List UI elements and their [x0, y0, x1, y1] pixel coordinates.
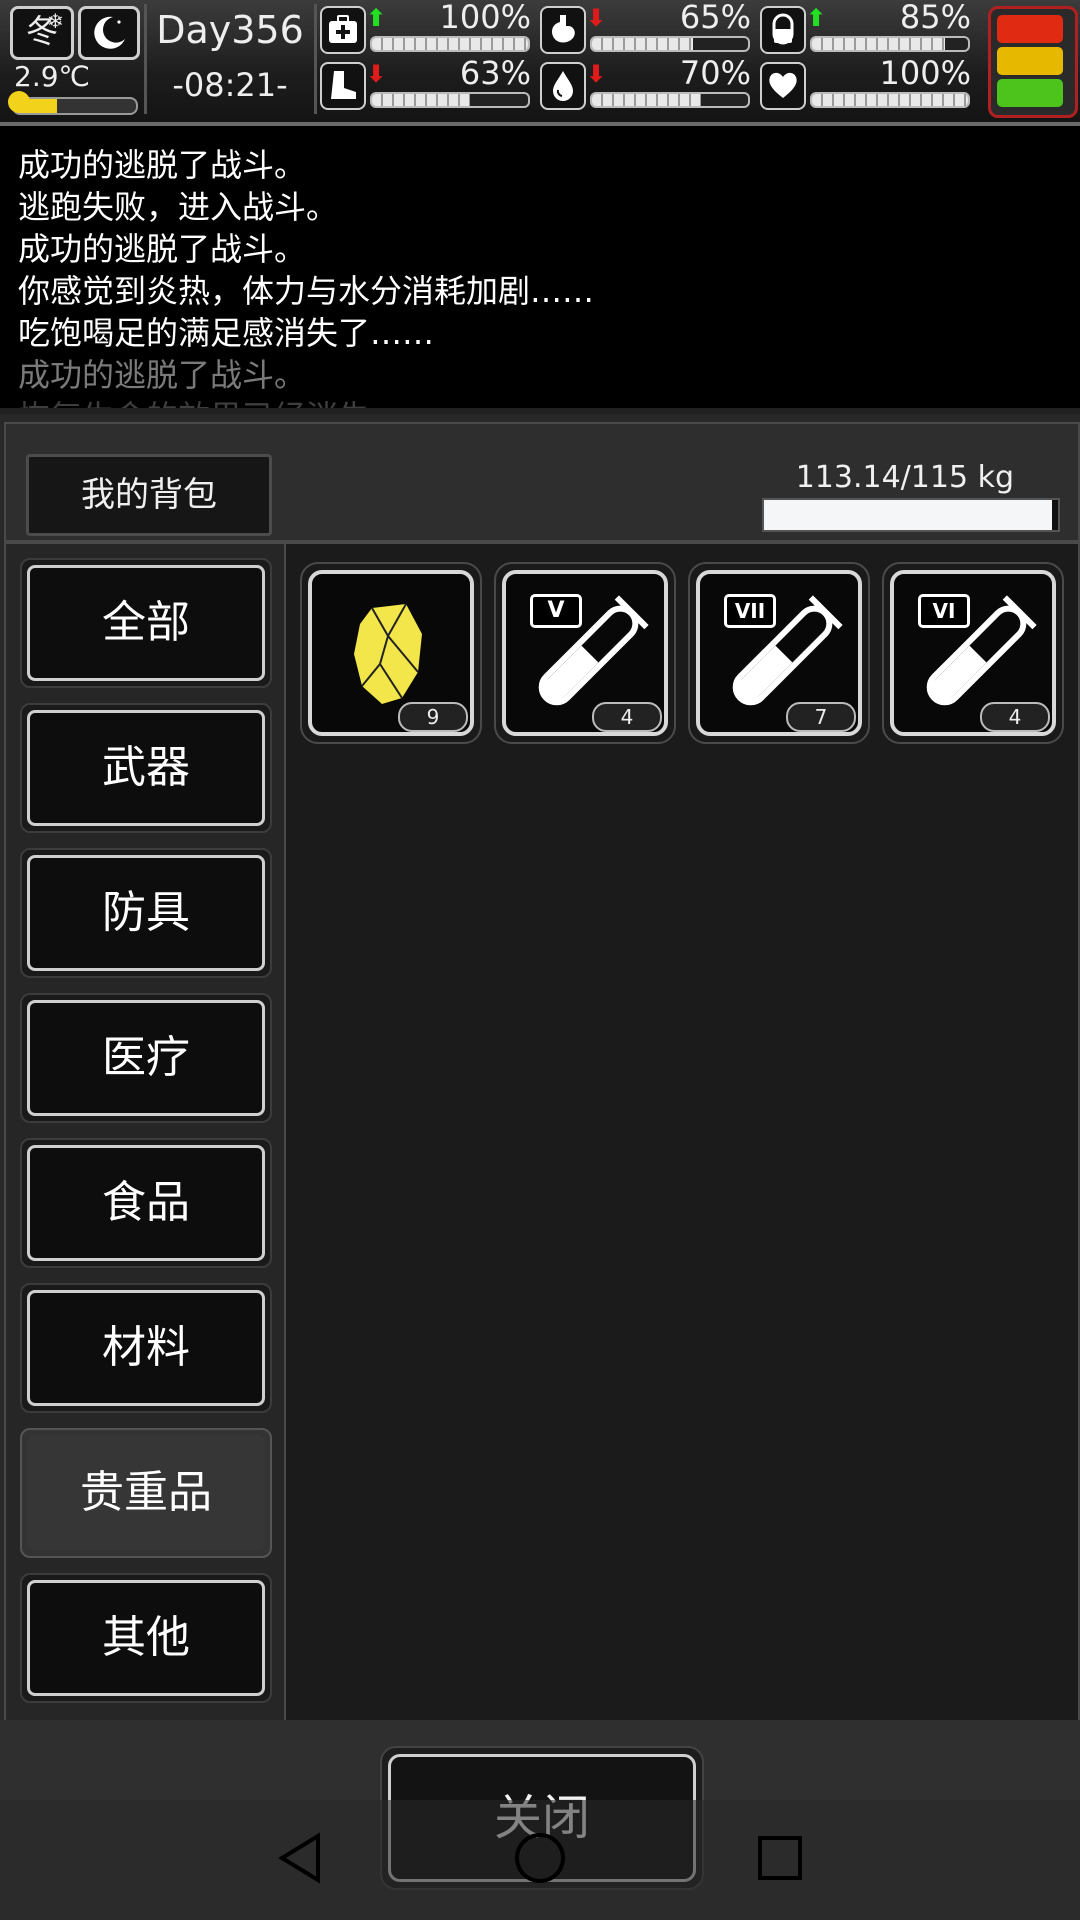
category-label: 食品	[27, 1145, 265, 1261]
log-line: 成功的逃脱了战斗。	[18, 356, 307, 394]
category-label: 防具	[27, 855, 265, 971]
item-slot[interactable]: 9	[300, 562, 482, 744]
trend-up-arrow-icon: ⬆	[366, 4, 387, 32]
tier-label: VII	[724, 594, 776, 628]
divider	[314, 4, 317, 114]
item-count-badge: 9	[398, 702, 468, 732]
category-label: 贵重品	[27, 1435, 265, 1551]
recents-square-icon[interactable]	[756, 1834, 804, 1882]
category-armor-button[interactable]: 防具	[20, 848, 272, 978]
log-line: 恢复生命的效果已经消失	[18, 392, 370, 408]
thermometer-bulb-icon	[8, 91, 30, 113]
snowflake-icon: ❄	[47, 9, 64, 33]
stat-percent: 85%	[899, 0, 971, 36]
stat-percent: 70%	[679, 54, 751, 92]
backpack-title: 我的背包	[26, 454, 272, 536]
night-moon-icon	[78, 6, 140, 60]
category-label: 医疗	[27, 1000, 265, 1116]
stat-bar	[810, 92, 970, 108]
divider	[144, 4, 147, 114]
message-log[interactable]: 成功的逃脱了战斗。 逃跑失败，进入战斗。 成功的逃脱了战斗。 你感觉到炎热，体力…	[0, 126, 1080, 408]
stat-mood: 100%	[760, 54, 975, 110]
stat-percent: 100%	[879, 54, 971, 92]
alert-red-lamp	[997, 15, 1063, 43]
stat-bar	[370, 92, 530, 108]
item-slot[interactable]: VI 4	[882, 562, 1064, 744]
stat-hunger: ⬇ 65%	[540, 0, 755, 54]
system-navigation-bar	[0, 1800, 1080, 1920]
alert-green-lamp	[997, 79, 1063, 107]
stat-health: ⬆ 100%	[320, 0, 535, 54]
category-weapons-button[interactable]: 武器	[20, 703, 272, 833]
heart-icon	[760, 62, 806, 110]
back-triangle-icon[interactable]	[276, 1830, 324, 1886]
tier-label: V	[530, 594, 582, 628]
carry-weight-bar	[762, 498, 1060, 532]
trend-up-arrow-icon: ⬆	[806, 4, 827, 32]
log-line: 成功的逃脱了战斗。	[18, 146, 307, 184]
water-drop-icon	[540, 62, 586, 110]
home-circle-icon[interactable]	[512, 1830, 568, 1886]
alert-indicator[interactable]	[988, 6, 1078, 118]
category-food-button[interactable]: 食品	[20, 1138, 272, 1268]
item-slot[interactable]: V 4	[494, 562, 676, 744]
category-valuables-button[interactable]: 贵重品	[20, 1428, 272, 1558]
stat-percent: 63%	[459, 54, 531, 92]
category-label: 全部	[27, 565, 265, 681]
stat-fatigue: ⬇ 63%	[320, 54, 535, 110]
stomach-icon	[540, 6, 586, 54]
status-bar: 冬 ❄ 2.9℃ Day356 -08:21- ⬆ 100% ⬇ 65% ⬆ 85…	[0, 0, 1080, 126]
category-sidebar: 全部 武器 防具 医疗 食品 材料 贵重品 其他	[4, 542, 286, 1836]
item-grid: 9 V 4 VII 7 VI 4	[284, 542, 1080, 1836]
stat-stamina: ⬆ 85%	[760, 0, 975, 54]
trend-down-arrow-icon: ⬇	[586, 60, 607, 88]
item-count-badge: 4	[592, 702, 662, 732]
category-medical-button[interactable]: 医疗	[20, 993, 272, 1123]
stat-percent: 65%	[679, 0, 751, 36]
day-counter: Day356	[156, 8, 304, 52]
carry-weight-readout: 113.14/115 kg	[795, 460, 1014, 495]
item-count-badge: 7	[786, 702, 856, 732]
temperature-readout: 2.9℃	[14, 60, 90, 93]
log-line: 你感觉到炎热，体力与水分消耗加剧……	[18, 272, 595, 310]
alert-yellow-lamp	[997, 47, 1063, 75]
boot-icon	[320, 62, 366, 110]
log-line: 逃跑失败，进入战斗。	[18, 188, 339, 226]
stat-percent: 100%	[439, 0, 531, 36]
stat-bar	[810, 36, 970, 52]
temperature-bar	[12, 97, 138, 115]
log-line: 吃饱喝足的满足感消失了……	[18, 314, 435, 352]
tier-label: VI	[918, 594, 970, 628]
category-label: 材料	[27, 1290, 265, 1406]
game-clock: -08:21-	[172, 66, 288, 104]
trend-down-arrow-icon: ⬇	[366, 60, 387, 88]
log-line: 成功的逃脱了战斗。	[18, 230, 307, 268]
trend-down-arrow-icon: ⬇	[586, 4, 607, 32]
category-label: 武器	[27, 710, 265, 826]
stat-bar	[590, 36, 750, 52]
category-materials-button[interactable]: 材料	[20, 1283, 272, 1413]
category-all-button[interactable]: 全部	[20, 558, 272, 688]
category-other-button[interactable]: 其他	[20, 1573, 272, 1703]
backpack-header: 我的背包 113.14/115 kg	[4, 422, 1080, 542]
backpack-panel: 我的背包 113.14/115 kg 全部 武器 防具 医疗 食品 材料 贵重品…	[0, 414, 1080, 1920]
season-indicator: 冬 ❄	[10, 6, 74, 60]
stat-thirst: ⬇ 70%	[540, 54, 755, 110]
item-count-badge: 4	[980, 702, 1050, 732]
stat-bar	[370, 36, 530, 52]
item-slot[interactable]: VII 7	[688, 562, 870, 744]
category-label: 其他	[27, 1580, 265, 1696]
pill-icon	[760, 6, 806, 54]
medkit-icon	[320, 6, 366, 54]
stat-bar	[590, 92, 750, 108]
